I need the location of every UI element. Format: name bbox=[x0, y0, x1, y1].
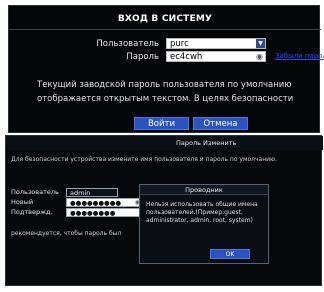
user-value: purc bbox=[170, 39, 189, 49]
new-password-field[interactable]: ●●●●●●●●● ◉ bbox=[66, 198, 143, 207]
password-value: ec4cwh bbox=[170, 52, 203, 62]
dialog-ok-button[interactable]: OK bbox=[210, 249, 250, 259]
user-select[interactable]: purc ▼ bbox=[166, 38, 266, 49]
user-label: Пользователь bbox=[96, 39, 159, 49]
change-description: Для безопасности устройства измените имя… bbox=[11, 156, 278, 163]
eye-icon[interactable]: ◉ bbox=[256, 52, 263, 61]
dialog-header: Проводник bbox=[140, 185, 268, 195]
warning-dialog: Проводник Нельзя использовать общие имен… bbox=[139, 184, 269, 264]
password-field[interactable]: ec4cwh ◉ bbox=[166, 51, 266, 62]
advice-text: рекомендуется, чтобы пароль был bbox=[11, 230, 122, 237]
password-label: Пароль bbox=[126, 52, 159, 62]
info-text: Текущий заводской пароль пользователя по… bbox=[37, 80, 294, 104]
new-password-label: Новый bbox=[11, 198, 34, 206]
login-button[interactable]: Войти bbox=[134, 117, 189, 130]
forgot-password-link[interactable]: Забыли пароль bbox=[275, 52, 324, 60]
new-password-value: ●●●●●●●●● bbox=[70, 199, 122, 207]
chevron-down-icon[interactable]: ▼ bbox=[256, 39, 265, 48]
change-user-label: Пользователь bbox=[11, 188, 59, 196]
confirm-password-label: Подтвержд. bbox=[11, 208, 53, 216]
change-user-field[interactable]: admin bbox=[66, 188, 118, 197]
change-password-panel: Пароль Изменить Для безопасности устройс… bbox=[5, 135, 323, 286]
login-panel: ВХОД В СИСТЕМУ Пользователь purc ▼ Парол… bbox=[8, 5, 324, 133]
change-header: Пароль Изменить bbox=[6, 136, 323, 150]
dialog-title: Проводник bbox=[185, 186, 223, 194]
confirm-password-field[interactable]: ●●●●●●●● bbox=[66, 208, 143, 217]
dialog-message: Нельзя использовать общие имена пользова… bbox=[146, 201, 258, 224]
change-title: Пароль Изменить bbox=[176, 139, 237, 147]
cancel-button[interactable]: Отмена bbox=[193, 117, 248, 130]
login-title: ВХОД В СИСТЕМУ bbox=[117, 14, 213, 24]
title-divider bbox=[9, 29, 321, 30]
confirm-password-value: ●●●●●●●● bbox=[70, 209, 116, 217]
